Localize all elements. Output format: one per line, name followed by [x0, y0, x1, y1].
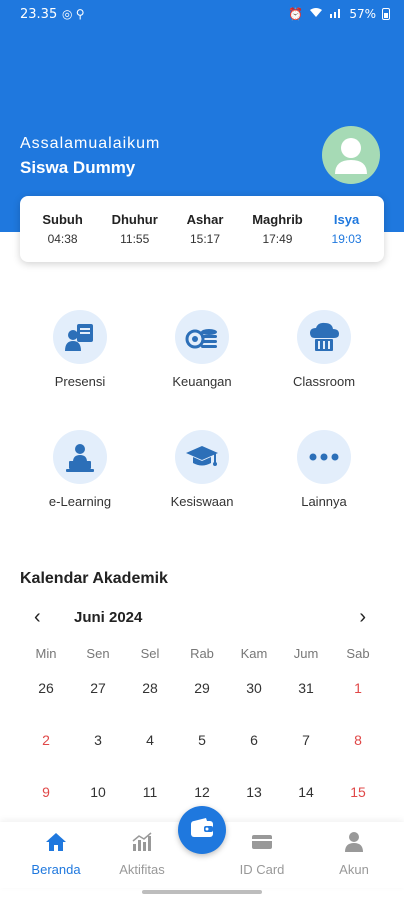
- calendar-day[interactable]: 3: [72, 728, 124, 780]
- weekday-label: Sel: [140, 646, 160, 661]
- weekday-label: Min: [35, 646, 57, 661]
- prayer-maghrib: Maghrib 17:49: [252, 212, 303, 246]
- calendar-day[interactable]: 5: [176, 728, 228, 780]
- prayer-ashar: Ashar 15:17: [187, 212, 224, 246]
- prayer-name: Isya: [333, 212, 360, 227]
- menu-label: e-Learning: [48, 494, 112, 509]
- prayer-name: Ashar: [186, 212, 224, 227]
- home-indicator: [142, 890, 262, 894]
- calendar-day[interactable]: 27: [72, 676, 124, 728]
- menu-classroom[interactable]: Classroom: [264, 310, 384, 389]
- weekday-label: Kam: [240, 646, 268, 661]
- coins-icon: [175, 310, 229, 364]
- more-dots-icon: [297, 430, 351, 484]
- wallet-fab-button[interactable]: [178, 806, 226, 854]
- id-card-icon: [222, 830, 302, 854]
- weekday-label: Jum: [293, 646, 319, 661]
- menu-label: Classroom: [292, 374, 356, 389]
- status-bar: 23.35 ◎ ⚲ ⏰ 57%: [0, 0, 404, 32]
- nav-akun[interactable]: Akun: [314, 830, 394, 877]
- menu-label: Kesiswaan: [170, 494, 234, 509]
- signal-icon: [329, 7, 343, 21]
- calendar-day[interactable]: 6: [228, 728, 280, 780]
- home-icon: [16, 830, 96, 854]
- prayer-name: Maghrib: [252, 212, 303, 227]
- status-time: 23.35: [20, 7, 58, 22]
- calendar-nav: ‹ Juni 2024 ›: [20, 606, 384, 630]
- nav-label: ID Card: [239, 862, 285, 877]
- weekday-label: Sab: [346, 646, 370, 661]
- menu-label: Lainnya: [301, 494, 347, 509]
- wallet-icon: [190, 817, 214, 843]
- prayer-name: Dhuhur: [111, 212, 158, 227]
- chevron-left-icon[interactable]: ‹: [34, 606, 41, 629]
- calendar-grid: Min Sen Sel Rab Kam Jum Sab 26 27 28 29 …: [20, 646, 384, 832]
- alarm-icon: ⏰: [288, 7, 304, 21]
- nav-label: Aktifitas: [119, 862, 165, 877]
- calendar-month: Juni 2024: [74, 609, 143, 626]
- graduation-cap-icon: [175, 430, 229, 484]
- calendar-day[interactable]: 8: [332, 728, 384, 780]
- prayer-dhuhur: Dhuhur 11:55: [112, 212, 158, 246]
- menu-elearning[interactable]: e-Learning: [20, 430, 140, 509]
- prayer-time: 04:38: [47, 232, 78, 246]
- prayer-time: 11:55: [120, 232, 150, 246]
- prayer-time: 17:49: [262, 232, 293, 246]
- battery-icon: [382, 8, 390, 20]
- status-right-icons: ⏰ 57%: [288, 7, 390, 21]
- calendar-day[interactable]: 4: [124, 728, 176, 780]
- weekday-label: Sen: [86, 646, 110, 661]
- notification-icons: ◎ ⚲: [62, 7, 85, 21]
- calendar-day[interactable]: 29: [176, 676, 228, 728]
- nav-beranda[interactable]: Beranda: [16, 830, 96, 877]
- laptop-teacher-icon: [53, 430, 107, 484]
- menu-presensi[interactable]: Presensi: [20, 310, 140, 389]
- attendance-icon: [53, 310, 107, 364]
- weekday-label: Rab: [190, 646, 214, 661]
- cloud-classroom-icon: [297, 310, 351, 364]
- calendar-day[interactable]: 2: [20, 728, 72, 780]
- nav-label: Akun: [339, 862, 369, 877]
- menu-label: Keuangan: [172, 374, 232, 389]
- calendar-day[interactable]: 26: [20, 676, 72, 728]
- wifi-icon: [309, 7, 323, 21]
- calendar-day[interactable]: 28: [124, 676, 176, 728]
- greeting-text: Assalamualaikum: [20, 135, 161, 152]
- nav-aktifitas[interactable]: Aktifitas: [102, 830, 182, 877]
- prayer-time: 19:03: [331, 232, 362, 246]
- prayer-name: Subuh: [42, 212, 83, 227]
- account-icon: [314, 830, 394, 854]
- calendar-day[interactable]: 31: [280, 676, 332, 728]
- prayer-isya: Isya 19:03: [332, 212, 362, 246]
- calendar-day[interactable]: 7: [280, 728, 332, 780]
- calendar-day[interactable]: 1: [332, 676, 384, 728]
- prayer-times-card: Subuh 04:38 Dhuhur 11:55 Ashar 15:17 Mag…: [20, 196, 384, 262]
- chevron-right-icon[interactable]: ›: [359, 606, 366, 629]
- menu-kesiswaan[interactable]: Kesiswaan: [142, 430, 262, 509]
- battery-percent: 57%: [349, 7, 376, 21]
- nav-label: Beranda: [31, 862, 81, 877]
- avatar[interactable]: [322, 126, 380, 184]
- calendar-title: Kalendar Akademik: [20, 570, 168, 587]
- menu-label: Presensi: [54, 374, 106, 389]
- user-name: Siswa Dummy: [20, 158, 136, 177]
- prayer-time: 15:17: [189, 232, 220, 246]
- prayer-subuh: Subuh 04:38: [42, 212, 82, 246]
- menu-keuangan[interactable]: Keuangan: [142, 310, 262, 389]
- user-avatar-icon: [335, 138, 367, 174]
- calendar-day[interactable]: 30: [228, 676, 280, 728]
- nav-id-card[interactable]: ID Card: [222, 830, 302, 877]
- menu-lainnya[interactable]: Lainnya: [264, 430, 384, 509]
- bar-chart-icon: [102, 830, 182, 854]
